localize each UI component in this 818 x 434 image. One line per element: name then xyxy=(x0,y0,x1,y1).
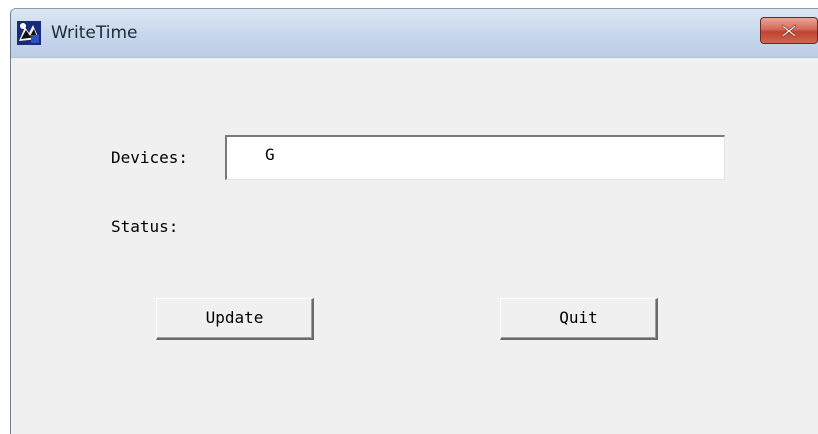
status-label: Status: xyxy=(111,217,179,236)
update-button[interactable]: Update xyxy=(156,298,314,340)
window-title: WriteTime xyxy=(51,23,138,43)
devices-field[interactable]: G xyxy=(225,135,725,180)
close-icon xyxy=(781,24,797,38)
writetime-app-icon xyxy=(17,21,41,45)
close-button[interactable] xyxy=(760,17,818,44)
devices-label: Devices: xyxy=(111,148,189,167)
title-bar[interactable]: WriteTime xyxy=(11,9,818,58)
quit-button[interactable]: Quit xyxy=(500,298,658,340)
client-area: Devices: G Status: Update Quit xyxy=(11,58,818,434)
writetime-window: WriteTime Devices: G Status: Update Quit xyxy=(10,8,818,434)
